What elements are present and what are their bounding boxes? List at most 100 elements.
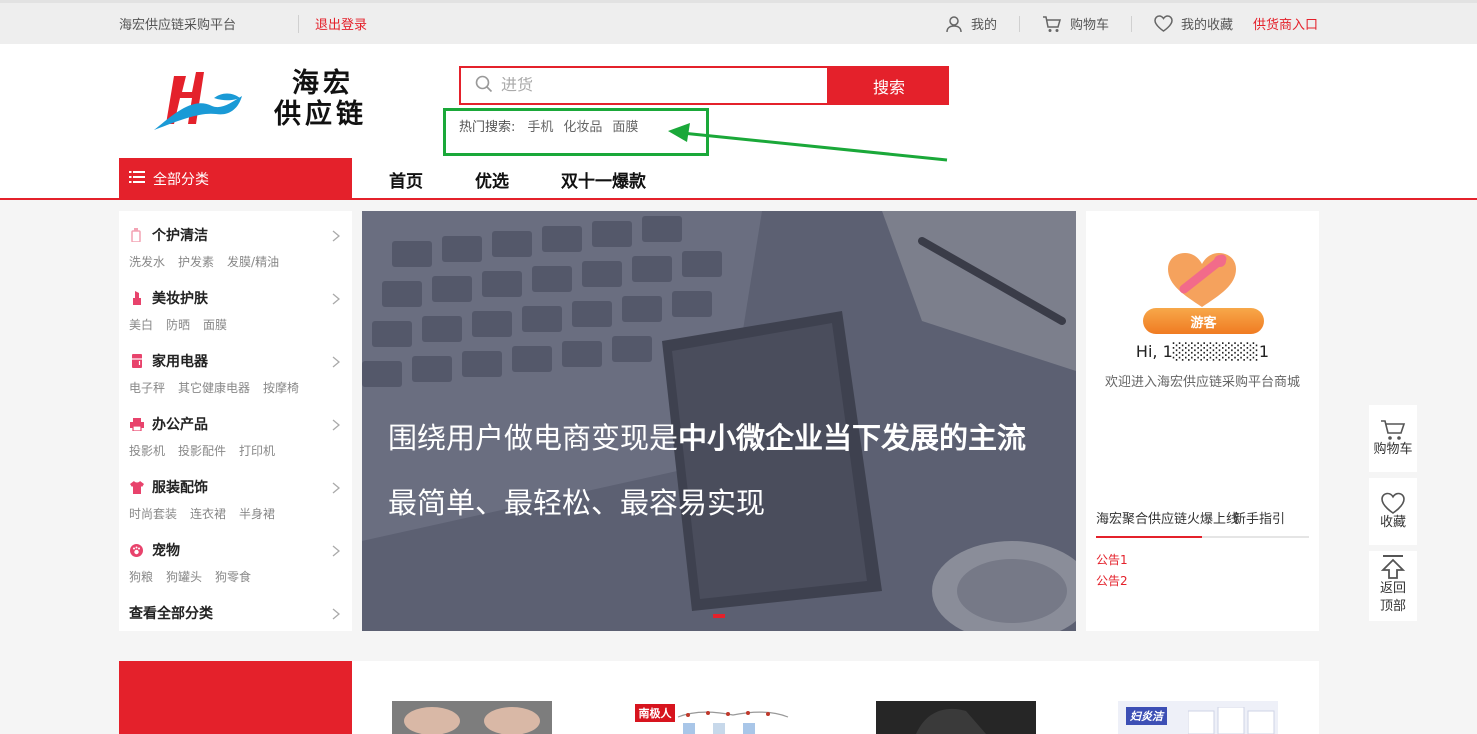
logo-line1: 海宏 — [292, 68, 354, 99]
header: 海宏 供应链 搜索 热门搜索: 手机 化妆品 面膜 全部分类 首页 优选 双十一… — [0, 44, 1477, 200]
category-item[interactable]: 服装配饰 时尚套装 连衣裙 半身裙 — [119, 463, 352, 526]
view-all-label: 查看全部分类 — [129, 606, 213, 622]
subcategory-link[interactable]: 时尚套装 — [129, 505, 177, 522]
category-label: 服装配饰 — [152, 480, 208, 496]
favorites-link[interactable]: 我的收藏 — [1154, 14, 1233, 33]
search-box — [459, 66, 829, 105]
nav-item-featured[interactable]: 优选 — [475, 167, 509, 192]
news-tab[interactable]: 海宏聚合供应链火爆上线新手指引 — [1096, 508, 1285, 527]
banner-headline: 围绕用户做电商变现是中小微企业当下发展的主流 — [388, 415, 1026, 457]
product-thumbnail[interactable]: 南极人 — [633, 701, 793, 734]
fridge-icon — [129, 354, 144, 369]
subcategory-link[interactable]: 半身裙 — [239, 505, 275, 522]
cart-link[interactable]: 购物车 — [1042, 14, 1109, 33]
avatar-heart-icon — [1168, 253, 1236, 307]
subcategory-link[interactable]: 面膜 — [203, 316, 227, 333]
my-account-link[interactable]: 我的 — [945, 14, 997, 33]
top-bar: 海宏供应链采购平台 退出登录 我的 购物车 我的收藏 供货商入口 — [0, 0, 1477, 44]
back-to-top-label-2: 顶部 — [1379, 599, 1406, 614]
main-nav: 首页 优选 双十一爆款 — [389, 158, 698, 200]
subcategory-link[interactable]: 狗粮 — [129, 568, 153, 585]
news-tab-underline — [1096, 536, 1309, 538]
printer-icon — [129, 417, 144, 432]
subcategory-link[interactable]: 美白 — [129, 316, 153, 333]
float-favorite-button[interactable]: 收藏 — [1369, 478, 1417, 545]
chevron-right-icon — [332, 416, 341, 435]
subcategory-link[interactable]: 按摩椅 — [263, 379, 299, 396]
chevron-right-icon — [332, 290, 341, 309]
cart-label: 购物车 — [1069, 18, 1109, 33]
nav-item-home[interactable]: 首页 — [389, 167, 423, 192]
all-categories-button[interactable]: 全部分类 — [119, 158, 352, 200]
divider — [298, 14, 300, 33]
heart-icon — [1381, 492, 1405, 514]
view-all-categories[interactable]: 查看全部分类 — [119, 589, 352, 652]
category-item[interactable]: 家用电器 电子秤 其它健康电器 按摩椅 — [119, 337, 352, 400]
chevron-right-icon — [332, 353, 341, 372]
chevron-right-icon — [332, 227, 341, 246]
float-favorite-label: 收藏 — [1379, 515, 1406, 530]
category-label: 家用电器 — [152, 354, 208, 370]
product-brand-label: 南极人 — [635, 704, 675, 722]
category-label: 办公产品 — [152, 417, 208, 433]
supplier-entry-link[interactable]: 供货商入口 — [1253, 14, 1318, 33]
category-item[interactable]: 个护清洁 洗发水 护发素 发膜/精油 — [119, 211, 352, 274]
subcategory-link[interactable]: 其它健康电器 — [178, 379, 250, 396]
user-panel: 游客 Hi, 1░░░░░░░1 欢迎进入海宏供应链采购平台商城 海宏聚合供应链… — [1086, 211, 1319, 631]
float-cart-button[interactable]: 购物车 — [1369, 405, 1417, 472]
product-thumbnail[interactable] — [876, 701, 1036, 734]
product-thumbnail[interactable] — [392, 701, 552, 734]
category-label: 宠物 — [152, 543, 180, 559]
category-item[interactable]: 办公产品 投影机 投影配件 打印机 — [119, 400, 352, 463]
subcategory-link[interactable]: 打印机 — [239, 442, 275, 459]
subcategory-link[interactable]: 洗发水 — [129, 253, 165, 270]
cart-icon — [1381, 420, 1406, 440]
banner-headline-bold: 中小微企业当下发展的主流 — [678, 423, 1027, 455]
product-thumbnail[interactable]: 妇炎洁 — [1118, 701, 1278, 734]
nav-item-double11[interactable]: 双十一爆款 — [561, 167, 646, 192]
divider — [1130, 15, 1132, 32]
banner-subline: 最简单、最轻松、最容易实现 — [388, 488, 766, 520]
subcategory-link[interactable]: 投影机 — [129, 442, 165, 459]
subcategory-link[interactable]: 投影配件 — [178, 442, 226, 459]
category-label: 个护清洁 — [152, 228, 208, 244]
banner-headline-normal: 围绕用户做电商变现是 — [388, 423, 679, 455]
shirt-icon — [129, 480, 144, 495]
logout-link[interactable]: 退出登录 — [315, 14, 367, 33]
logo-text: 海宏 供应链 — [274, 68, 367, 130]
search-icon — [475, 75, 493, 97]
subcategory-link[interactable]: 发膜/精油 — [227, 253, 279, 270]
heart-icon — [1154, 15, 1173, 32]
search-input[interactable] — [501, 76, 801, 95]
subcategory-link[interactable]: 狗零食 — [215, 568, 251, 585]
notice-link[interactable]: 公告1 — [1096, 551, 1128, 568]
carousel-indicator[interactable] — [713, 614, 725, 618]
subcategory-link[interactable]: 狗罐头 — [166, 568, 202, 585]
subcategory-link[interactable]: 电子秤 — [129, 379, 165, 396]
float-cart-label: 购物车 — [1373, 442, 1413, 457]
site-name: 海宏供应链采购平台 — [119, 18, 237, 33]
product-brand-label: 妇炎洁 — [1126, 707, 1167, 725]
subcategory-link[interactable]: 防晒 — [166, 316, 190, 333]
all-categories-label: 全部分类 — [153, 172, 209, 188]
arrow-up-icon — [1380, 555, 1406, 579]
logo[interactable]: 海宏 供应链 — [152, 66, 392, 136]
category-label: 美妆护肤 — [152, 291, 208, 307]
category-item[interactable]: 宠物 狗粮 狗罐头 狗零食 — [119, 526, 352, 589]
lipstick-icon — [129, 291, 144, 306]
hero-banner[interactable]: 围绕用户做电商变现是中小微企业当下发展的主流 最简单、最轻松、最容易实现 — [362, 211, 1076, 631]
divider — [1018, 15, 1020, 32]
category-item[interactable]: 美妆护肤 美白 防晒 面膜 — [119, 274, 352, 337]
news-title: 海宏聚合供应链火爆上线 — [1096, 512, 1240, 527]
user-icon — [945, 15, 963, 33]
logo-mark-icon — [154, 72, 242, 130]
favorites-label: 我的收藏 — [1180, 18, 1233, 33]
notice-link[interactable]: 公告2 — [1096, 572, 1128, 589]
annotation-arrow-icon — [668, 123, 948, 162]
search-button[interactable]: 搜索 — [829, 66, 949, 105]
promo-panel[interactable] — [119, 661, 352, 734]
chevron-right-icon — [332, 542, 341, 561]
subcategory-link[interactable]: 连衣裙 — [190, 505, 226, 522]
subcategory-link[interactable]: 护发素 — [178, 253, 214, 270]
back-to-top-button[interactable]: 返回 顶部 — [1369, 551, 1417, 621]
